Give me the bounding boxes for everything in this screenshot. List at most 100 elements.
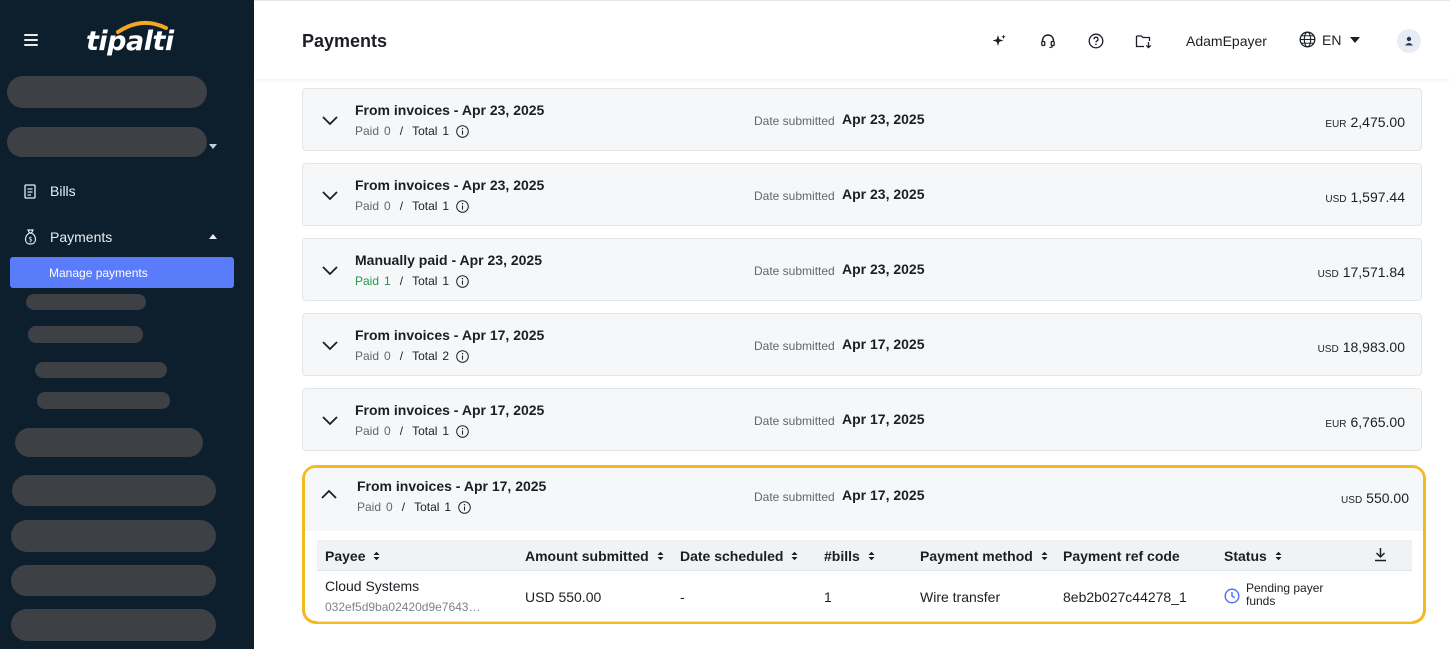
language-label: EN — [1322, 31, 1342, 48]
sidebar-item-label: Bills — [50, 183, 76, 199]
expanded-payment-batch: From invoices - Apr 17, 2025 Paid 0 / Tot… — [302, 465, 1426, 624]
column-header-payment-method[interactable]: Payment method — [920, 548, 1048, 564]
column-header-status[interactable]: Status — [1224, 548, 1282, 564]
paid-label: Paid — [357, 500, 382, 514]
sparkle-icon[interactable] — [990, 32, 1008, 50]
column-header-bills[interactable]: #bills — [824, 548, 875, 564]
batch-counts: Paid 0 / Total 1 — [355, 124, 469, 138]
date-submitted-value: Apr 23, 2025 — [842, 261, 925, 277]
batch-title: From invoices - Apr 17, 2025 — [355, 327, 545, 343]
date-submitted-label: Date submitted — [754, 339, 835, 353]
table-row[interactable]: Cloud Systems 032ef5d9ba02420d9e7643… US… — [317, 572, 1412, 622]
date-submitted-value: Apr 17, 2025 — [842, 336, 925, 352]
chevron-down-icon[interactable] — [321, 338, 339, 352]
top-header: Payments AdamEpayer EN — [254, 0, 1450, 79]
download-button[interactable] — [1374, 547, 1387, 562]
batch-title: From invoices - Apr 23, 2025 — [355, 102, 545, 118]
sort-icon — [657, 551, 664, 561]
tipalti-logo[interactable]: tipalti — [86, 20, 176, 62]
payment-batch-row[interactable]: Manually paid - Apr 23, 2025 Paid 1 / Tot… — [302, 238, 1422, 301]
headset-icon[interactable] — [1039, 32, 1057, 50]
total-label: Total — [412, 199, 438, 213]
date-submitted-value: Apr 17, 2025 — [842, 411, 925, 427]
sidebar-item-payments[interactable]: $ Payments — [22, 229, 112, 245]
batch-counts: Paid 0 / Total 1 — [357, 500, 471, 514]
column-header-payee[interactable]: Payee — [325, 548, 380, 564]
help-icon[interactable] — [1087, 32, 1105, 50]
column-label: Payment method — [920, 548, 1033, 564]
column-label: #bills — [824, 548, 860, 564]
menu-icon[interactable] — [24, 34, 38, 46]
info-icon[interactable] — [456, 274, 469, 288]
chevron-up-icon[interactable] — [320, 488, 338, 502]
payment-batch-row[interactable]: From invoices - Apr 17, 2025 Paid 0 / Tot… — [302, 388, 1422, 451]
payee-id: 032ef5d9ba02420d9e7643… — [325, 600, 481, 614]
language-selector[interactable]: EN — [1299, 31, 1361, 48]
payment-batch-row[interactable]: From invoices - Apr 17, 2025 Paid 0 / Tot… — [305, 468, 1423, 531]
total-count: 1 — [444, 500, 452, 514]
amount-submitted-cell: USD 550.00 — [525, 589, 602, 605]
payee-name[interactable]: Cloud Systems — [325, 578, 419, 594]
batch-title: From invoices - Apr 23, 2025 — [355, 177, 545, 193]
currency-code: USD — [1325, 194, 1347, 205]
info-icon[interactable] — [458, 500, 471, 514]
batch-counts: Paid 1 / Total 1 — [355, 274, 469, 288]
chevron-down-icon[interactable] — [321, 188, 339, 202]
redacted-item — [11, 565, 216, 596]
sidebar-item-manage-payments[interactable]: Manage payments — [10, 257, 234, 288]
status-badge: Pending payer funds — [1224, 582, 1336, 608]
avatar[interactable] — [1397, 29, 1421, 53]
total-count: 1 — [442, 199, 450, 213]
paid-count: 0 — [386, 500, 393, 514]
paid-label: Paid — [355, 349, 380, 363]
date-scheduled-cell: - — [680, 589, 685, 605]
date-submitted-label: Date submitted — [754, 490, 835, 504]
redacted-item — [26, 294, 146, 310]
info-icon[interactable] — [456, 199, 469, 213]
chevron-up-icon[interactable] — [209, 234, 217, 239]
column-label: Payee — [325, 548, 366, 564]
batch-counts: Paid 0 / Total 2 — [355, 349, 469, 363]
bills-count-cell: 1 — [824, 589, 832, 605]
total-label: Total — [412, 274, 438, 288]
payment-batch-row[interactable]: From invoices - Apr 23, 2025 Paid 0 / Tot… — [302, 88, 1422, 151]
column-header-date-scheduled[interactable]: Date scheduled — [680, 548, 798, 564]
currency-code: EUR — [1325, 419, 1347, 430]
amount-value: 2,475.00 — [1350, 114, 1406, 130]
info-icon[interactable] — [456, 349, 469, 363]
paid-count: 0 — [384, 424, 391, 438]
batch-amount: USD 1,597.44 — [1325, 189, 1405, 205]
paid-label: Paid — [355, 124, 380, 138]
redacted-item — [11, 609, 216, 641]
user-name[interactable]: AdamEpayer — [1186, 33, 1267, 49]
column-header-amount-submitted[interactable]: Amount submitted — [525, 548, 664, 564]
svg-text:$: $ — [28, 236, 32, 244]
amount-value: 550.00 — [1366, 490, 1409, 506]
sidebar: tipalti Bills $ Payments Manage payments — [0, 0, 254, 649]
sidebar-item-bills[interactable]: Bills — [22, 183, 76, 199]
chevron-down-icon[interactable] — [321, 263, 339, 277]
paid-count: 0 — [384, 199, 391, 213]
redacted-item — [12, 475, 216, 506]
currency-code: USD — [1317, 344, 1339, 355]
sort-icon — [868, 551, 875, 561]
chevron-down-icon[interactable] — [321, 113, 339, 127]
amount-value: 18,983.00 — [1342, 339, 1405, 355]
redacted-item — [7, 127, 207, 157]
column-label: Date scheduled — [680, 548, 784, 564]
currency-code: EUR — [1325, 119, 1347, 130]
payment-method-cell: Wire transfer — [920, 589, 1001, 605]
batch-counts: Paid 0 / Total 1 — [355, 199, 469, 213]
info-icon[interactable] — [456, 124, 469, 138]
payment-batch-row[interactable]: From invoices - Apr 17, 2025 Paid 0 / Tot… — [302, 313, 1422, 376]
info-icon[interactable] — [456, 424, 469, 438]
currency-code: USD — [1317, 269, 1339, 280]
folder-download-icon[interactable] — [1135, 32, 1153, 50]
batch-title: From invoices - Apr 17, 2025 — [355, 402, 545, 418]
chevron-down-icon[interactable] — [321, 413, 339, 427]
batch-amount: USD 17,571.84 — [1318, 264, 1405, 280]
sort-icon — [373, 551, 380, 561]
batch-counts: Paid 0 / Total 1 — [355, 424, 469, 438]
payment-batch-row[interactable]: From invoices - Apr 23, 2025 Paid 0 / Tot… — [302, 163, 1422, 226]
amount-value: 6,765.00 — [1350, 414, 1406, 430]
